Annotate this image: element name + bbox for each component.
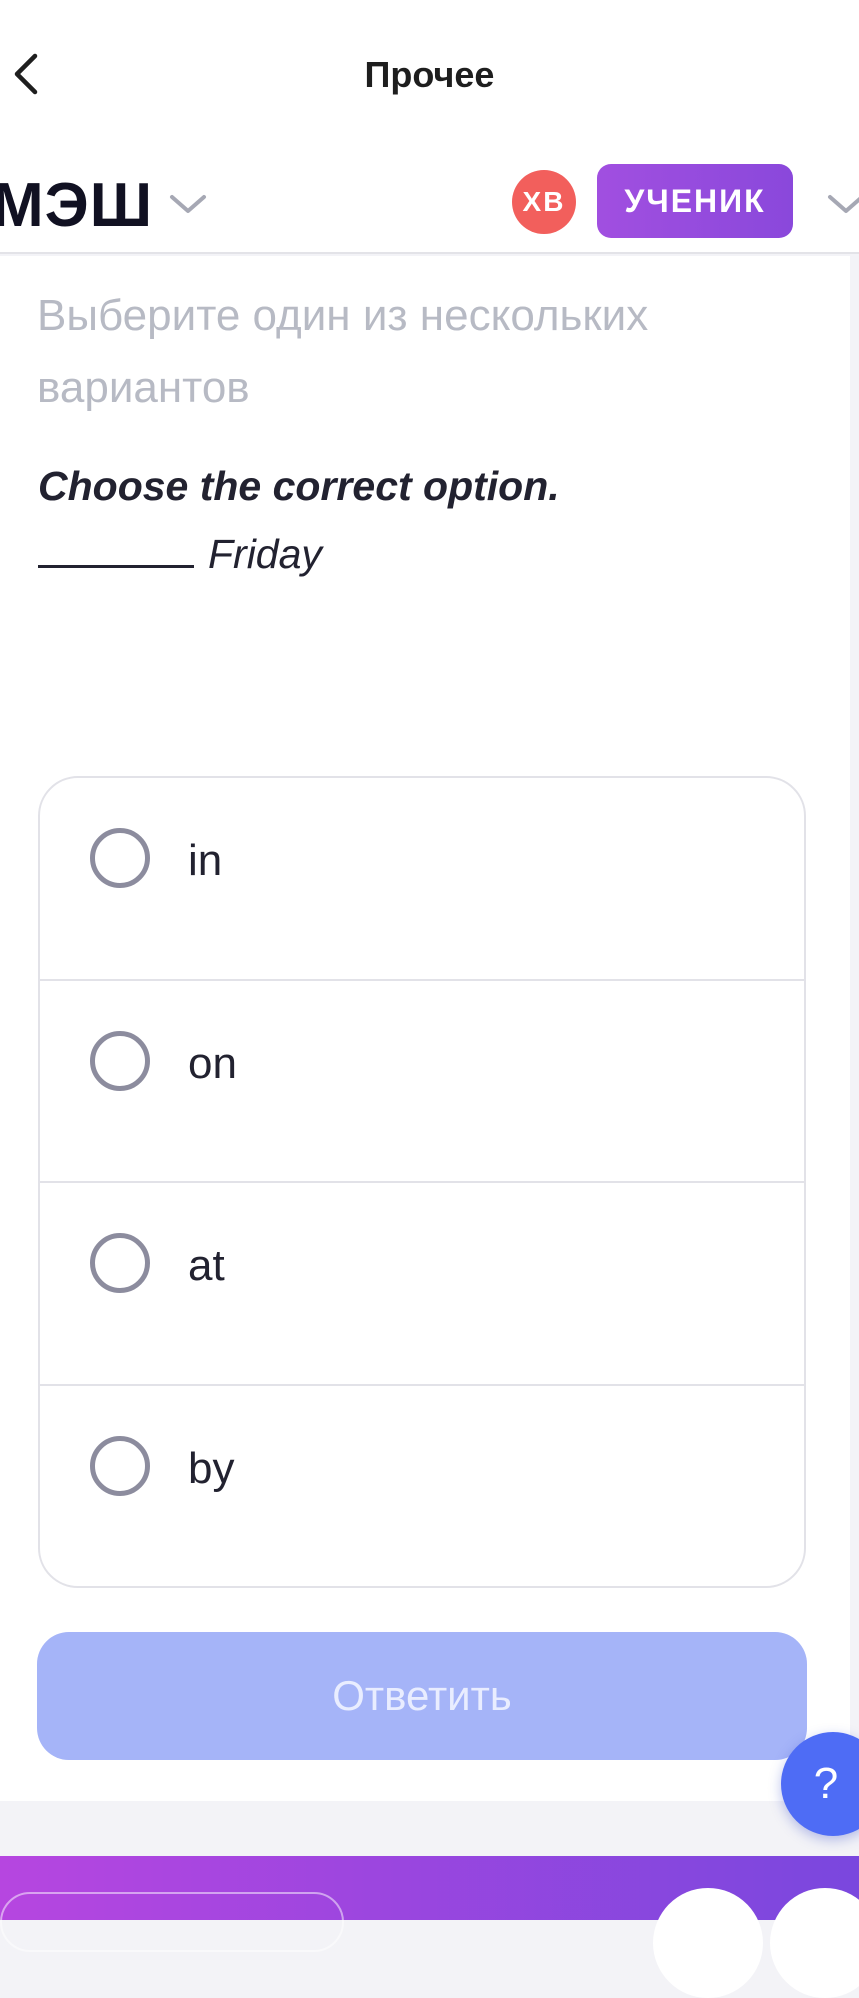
bottom-bar [0, 1856, 859, 1998]
sentence-tail: Friday [208, 531, 322, 577]
question-sentence: Friday [38, 520, 798, 588]
option-label: in [188, 836, 223, 885]
task-card: Выберите один из нескольких вариантов Ch… [0, 256, 850, 1801]
radio-button[interactable] [90, 1030, 150, 1091]
option-label: by [188, 1443, 235, 1493]
app-logo[interactable]: МЭШ [0, 170, 153, 241]
radio-button[interactable] [90, 1435, 150, 1496]
question-text: Choose the correct option. [38, 463, 560, 509]
bottom-nav-pill[interactable] [0, 1892, 344, 1952]
chevron-down-icon[interactable] [826, 192, 859, 218]
app-header: МЭШ ХВ УЧЕНИК [0, 150, 859, 254]
radio-button[interactable] [90, 828, 150, 888]
answer-blank [38, 526, 194, 568]
option-at[interactable]: at [40, 1183, 804, 1386]
radio-button[interactable] [90, 1233, 150, 1293]
top-bar: Прочее [0, 0, 859, 150]
role-badge[interactable]: УЧЕНИК [597, 164, 793, 238]
submit-answer-button[interactable]: Ответить [37, 1632, 807, 1760]
option-label: on [188, 1038, 237, 1088]
option-by[interactable]: by [40, 1386, 804, 1587]
chevron-down-icon[interactable] [168, 192, 208, 218]
help-label: ? [813, 1759, 839, 1808]
bottom-nav-button[interactable] [770, 1888, 859, 1998]
option-on[interactable]: on [40, 981, 804, 1183]
option-label: at [188, 1241, 225, 1290]
avatar[interactable]: ХВ [512, 170, 576, 234]
screen-title: Прочее [364, 54, 495, 95]
options-list: in on at by [38, 776, 806, 1588]
bottom-nav-button[interactable] [653, 1888, 763, 1998]
option-in[interactable]: in [40, 778, 804, 981]
task-hint: Выберите один из нескольких вариантов [37, 291, 649, 412]
